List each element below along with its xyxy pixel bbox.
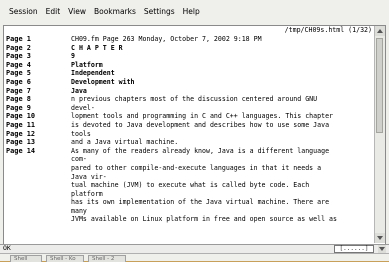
konsole-window: Session Edit View Bookmarks Settings Hel…	[0, 0, 389, 262]
page-link[interactable]: Page 3	[5, 52, 67, 61]
scroll-up-button[interactable]	[375, 26, 385, 36]
text-line: Java vir-	[71, 172, 107, 181]
text-line: Platform	[71, 60, 103, 69]
arrow-up-icon	[377, 29, 383, 33]
text-line: many	[71, 206, 87, 215]
text-line: CH09.fm Page 263 Monday, October 7, 2002…	[71, 35, 262, 43]
text-lines: CH09.fm Page 263 Monday, October 7, 2002…	[71, 35, 374, 224]
taskbar: Shell Shell - Ko Shell - 2	[0, 253, 389, 262]
text-line: C H A P T E R	[71, 43, 123, 52]
text-line: tual machine (JVM) to execute what is ca…	[71, 181, 310, 190]
text-line: is devoted to Java development and descr…	[71, 120, 330, 129]
menu-settings[interactable]: Settings	[140, 0, 179, 24]
file-path-indicator: /tmp/CH09s.html (1/32)	[284, 26, 372, 34]
scroll-down-button[interactable]	[375, 233, 385, 243]
arrow-down-icon	[379, 247, 385, 251]
menu-edit[interactable]: Edit	[42, 0, 65, 24]
text-line: Java	[71, 86, 87, 95]
status-bar: OK [......]	[0, 244, 389, 253]
page-link[interactable]: Page 9	[5, 104, 67, 113]
document-text[interactable]: /tmp/CH09s.html (1/32) CH09.fm Page 263 …	[71, 26, 374, 240]
text-line: JVMs available on Linux platform in free…	[71, 215, 337, 224]
menu-session[interactable]: Session	[0, 0, 42, 24]
text-line: 9	[71, 52, 75, 61]
page-link[interactable]: Page 13	[5, 138, 67, 147]
status-field: [......]	[334, 245, 374, 253]
page-link[interactable]: Page 12	[5, 130, 67, 139]
page-link[interactable]: Page 4	[5, 61, 67, 70]
page-link[interactable]: Page 11	[5, 121, 67, 130]
page-link[interactable]: Page 1	[5, 35, 67, 44]
text-line: devel-	[71, 103, 95, 112]
scrollbar-thumb[interactable]	[376, 38, 383, 133]
menu-help[interactable]: Help	[179, 0, 204, 24]
status-text: OK	[3, 244, 11, 252]
text-line: has its own implementation of the Java v…	[71, 198, 330, 207]
text-line: tools	[71, 129, 91, 138]
vertical-scrollbar[interactable]	[374, 26, 385, 243]
menu-bar: Session Edit View Bookmarks Settings Hel…	[0, 0, 389, 24]
text-line: n previous chapters most of the discussi…	[71, 95, 318, 104]
page-link[interactable]: Page 7	[5, 87, 67, 96]
page-link[interactable]: Page 8	[5, 95, 67, 104]
page-list: Page 1 Page 2 Page 3 Page 4 Page 5 Page …	[5, 35, 67, 155]
page-link[interactable]: Page 6	[5, 78, 67, 87]
text-line: Independent	[71, 69, 115, 78]
text-line: pared to other compile-and-execute langu…	[71, 163, 322, 172]
page-link[interactable]: Page 2	[5, 44, 67, 53]
text-line: and a Java virtual machine.	[71, 138, 179, 147]
text-line: Development with	[71, 77, 135, 86]
menu-view[interactable]: View	[64, 0, 90, 24]
page-link[interactable]: Page 5	[5, 69, 67, 78]
text-line: platform	[71, 189, 103, 198]
page-link[interactable]: Page 10	[5, 112, 67, 121]
menu-bookmarks[interactable]: Bookmarks	[90, 0, 140, 24]
text-line: lopment tools and programming in C and C…	[71, 112, 334, 121]
text-line: As many of the readers already know, Jav…	[71, 146, 330, 155]
arrow-down-icon	[377, 236, 383, 240]
status-dropdown-button[interactable]	[378, 245, 386, 253]
terminal-area[interactable]: Page 1 Page 2 Page 3 Page 4 Page 5 Page …	[3, 25, 386, 245]
page-link[interactable]: Page 14	[5, 147, 67, 156]
text-line: com-	[71, 155, 87, 164]
